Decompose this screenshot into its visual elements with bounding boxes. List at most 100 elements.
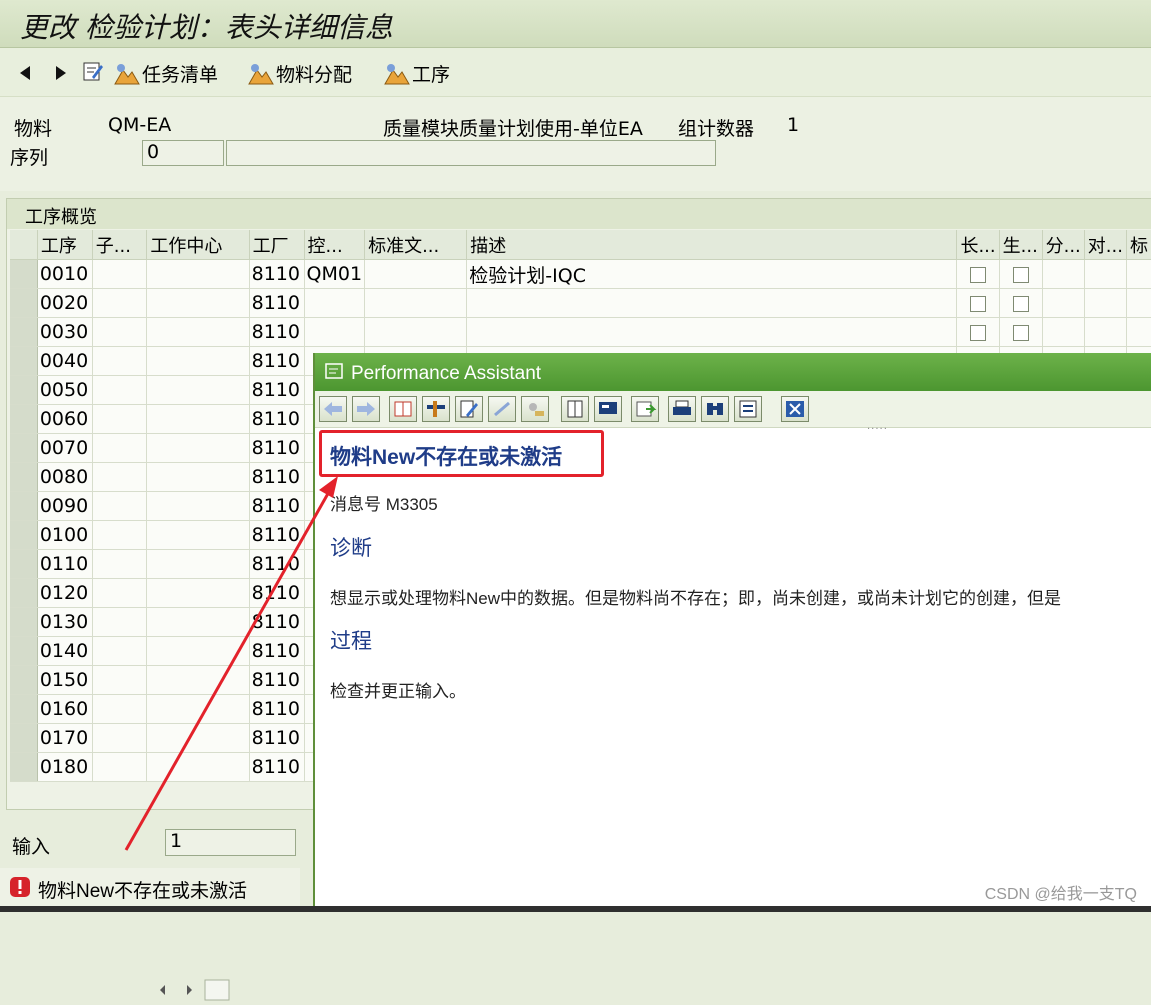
- operation-cell[interactable]: 0010: [37, 259, 93, 289]
- operation-cell[interactable]: 0040: [37, 346, 93, 376]
- table-row[interactable]: 0020 8110: [10, 288, 1151, 318]
- checkbox[interactable]: [970, 295, 987, 312]
- long-text-checkbox[interactable]: [956, 259, 1000, 289]
- work-center-cell[interactable]: [146, 520, 250, 550]
- suboperation-cell[interactable]: [92, 549, 148, 579]
- entry-field[interactable]: 1: [165, 829, 296, 856]
- checkbox[interactable]: [1012, 324, 1029, 341]
- plant-cell[interactable]: 8110: [249, 346, 305, 376]
- operation-cell[interactable]: 0050: [37, 375, 93, 405]
- column-header[interactable]: 控...: [304, 230, 366, 260]
- scroll-left-icon[interactable]: [160, 985, 165, 995]
- extra-cell[interactable]: [1126, 259, 1151, 289]
- work-center-cell[interactable]: [146, 491, 250, 521]
- plant-cell[interactable]: 8110: [249, 288, 305, 318]
- work-center-cell[interactable]: [146, 259, 250, 289]
- suboperation-cell[interactable]: [92, 665, 148, 695]
- suboperation-cell[interactable]: [92, 636, 148, 666]
- suboperation-cell[interactable]: [92, 317, 148, 347]
- suboperation-cell[interactable]: [92, 694, 148, 724]
- operation-cell[interactable]: 0180: [37, 752, 93, 782]
- suboperation-cell[interactable]: [92, 462, 148, 492]
- row-selector[interactable]: [10, 462, 38, 492]
- row-selector[interactable]: [10, 520, 38, 550]
- operation-cell[interactable]: 0100: [37, 520, 93, 550]
- work-center-cell[interactable]: [146, 636, 250, 666]
- info-screen-icon[interactable]: [594, 396, 622, 422]
- work-center-cell[interactable]: [146, 665, 250, 695]
- suboperation-cell[interactable]: [92, 375, 148, 405]
- status-bar[interactable]: 物料New不存在或未激活: [0, 868, 300, 906]
- row-selector-header[interactable]: [10, 230, 38, 260]
- split-cell[interactable]: [1042, 288, 1085, 318]
- production-checkbox[interactable]: [999, 317, 1043, 347]
- column-header[interactable]: 子...: [92, 230, 148, 260]
- plant-cell[interactable]: 8110: [249, 375, 305, 405]
- sequence-text-field[interactable]: [226, 140, 716, 166]
- column-header[interactable]: 对...: [1084, 230, 1127, 260]
- control-key-cell[interactable]: QM01: [304, 259, 366, 289]
- row-selector[interactable]: [10, 723, 38, 753]
- column-header[interactable]: 生...: [999, 230, 1043, 260]
- column-header[interactable]: 工厂: [249, 230, 305, 260]
- row-selector[interactable]: [10, 288, 38, 318]
- table-row[interactable]: 0030 8110: [10, 317, 1151, 347]
- work-center-cell[interactable]: [146, 433, 250, 463]
- split-cell[interactable]: [1042, 317, 1085, 347]
- sequence-field[interactable]: 0: [142, 140, 224, 166]
- work-center-cell[interactable]: [146, 317, 250, 347]
- plant-cell[interactable]: 8110: [249, 665, 305, 695]
- control-key-cell[interactable]: [304, 317, 366, 347]
- back-arrow-icon[interactable]: [20, 66, 30, 80]
- close-icon[interactable]: [781, 396, 809, 422]
- work-center-cell[interactable]: [146, 346, 250, 376]
- row-selector[interactable]: [10, 694, 38, 724]
- row-selector[interactable]: [10, 346, 38, 376]
- operation-cell[interactable]: 0150: [37, 665, 93, 695]
- row-selector[interactable]: [10, 752, 38, 782]
- plant-cell[interactable]: 8110: [249, 578, 305, 608]
- work-center-cell[interactable]: [146, 607, 250, 637]
- work-center-cell[interactable]: [146, 549, 250, 579]
- edit-icon[interactable]: [82, 60, 104, 82]
- document-view-icon[interactable]: [561, 396, 589, 422]
- operation-cell[interactable]: 0060: [37, 404, 93, 434]
- suboperation-cell[interactable]: [92, 433, 148, 463]
- standard-text-cell[interactable]: [364, 259, 468, 289]
- row-selector[interactable]: [10, 375, 38, 405]
- operation-cell[interactable]: 0030: [37, 317, 93, 347]
- compare-cell[interactable]: [1084, 259, 1127, 289]
- suboperation-cell[interactable]: [92, 752, 148, 782]
- plant-cell[interactable]: 8110: [249, 520, 305, 550]
- production-checkbox[interactable]: [999, 288, 1043, 318]
- tools-icon[interactable]: [422, 396, 450, 422]
- compare-cell[interactable]: [1084, 317, 1127, 347]
- column-header[interactable]: 工作中心: [146, 230, 250, 260]
- plant-cell[interactable]: 8110: [249, 259, 305, 289]
- operation-cell[interactable]: 0080: [37, 462, 93, 492]
- column-header[interactable]: 描述: [466, 230, 958, 260]
- standard-text-cell[interactable]: [364, 317, 468, 347]
- work-center-cell[interactable]: [146, 288, 250, 318]
- row-selector[interactable]: [10, 404, 38, 434]
- description-cell[interactable]: [466, 317, 958, 347]
- table-row[interactable]: 0010 8110 QM01 检验计划-IQC: [10, 259, 1151, 289]
- print-icon[interactable]: [668, 396, 696, 422]
- checkbox[interactable]: [970, 266, 987, 283]
- work-center-cell[interactable]: [146, 375, 250, 405]
- suboperation-cell[interactable]: [92, 491, 148, 521]
- work-center-cell[interactable]: [146, 752, 250, 782]
- operation-cell[interactable]: 0130: [37, 607, 93, 637]
- column-header[interactable]: 长...: [956, 230, 1000, 260]
- forward-icon[interactable]: [352, 396, 380, 422]
- material-assignment-button[interactable]: 物料分配: [248, 60, 352, 87]
- checkbox[interactable]: [970, 324, 987, 341]
- checkbox[interactable]: [1012, 266, 1029, 283]
- plant-cell[interactable]: 8110: [249, 462, 305, 492]
- work-center-cell[interactable]: [146, 723, 250, 753]
- operation-cell[interactable]: 0110: [37, 549, 93, 579]
- extra-cell[interactable]: [1126, 288, 1151, 318]
- operations-button[interactable]: 工序: [384, 60, 450, 87]
- assistant-title-bar[interactable]: Performance Assistant: [315, 353, 1151, 391]
- suboperation-cell[interactable]: [92, 607, 148, 637]
